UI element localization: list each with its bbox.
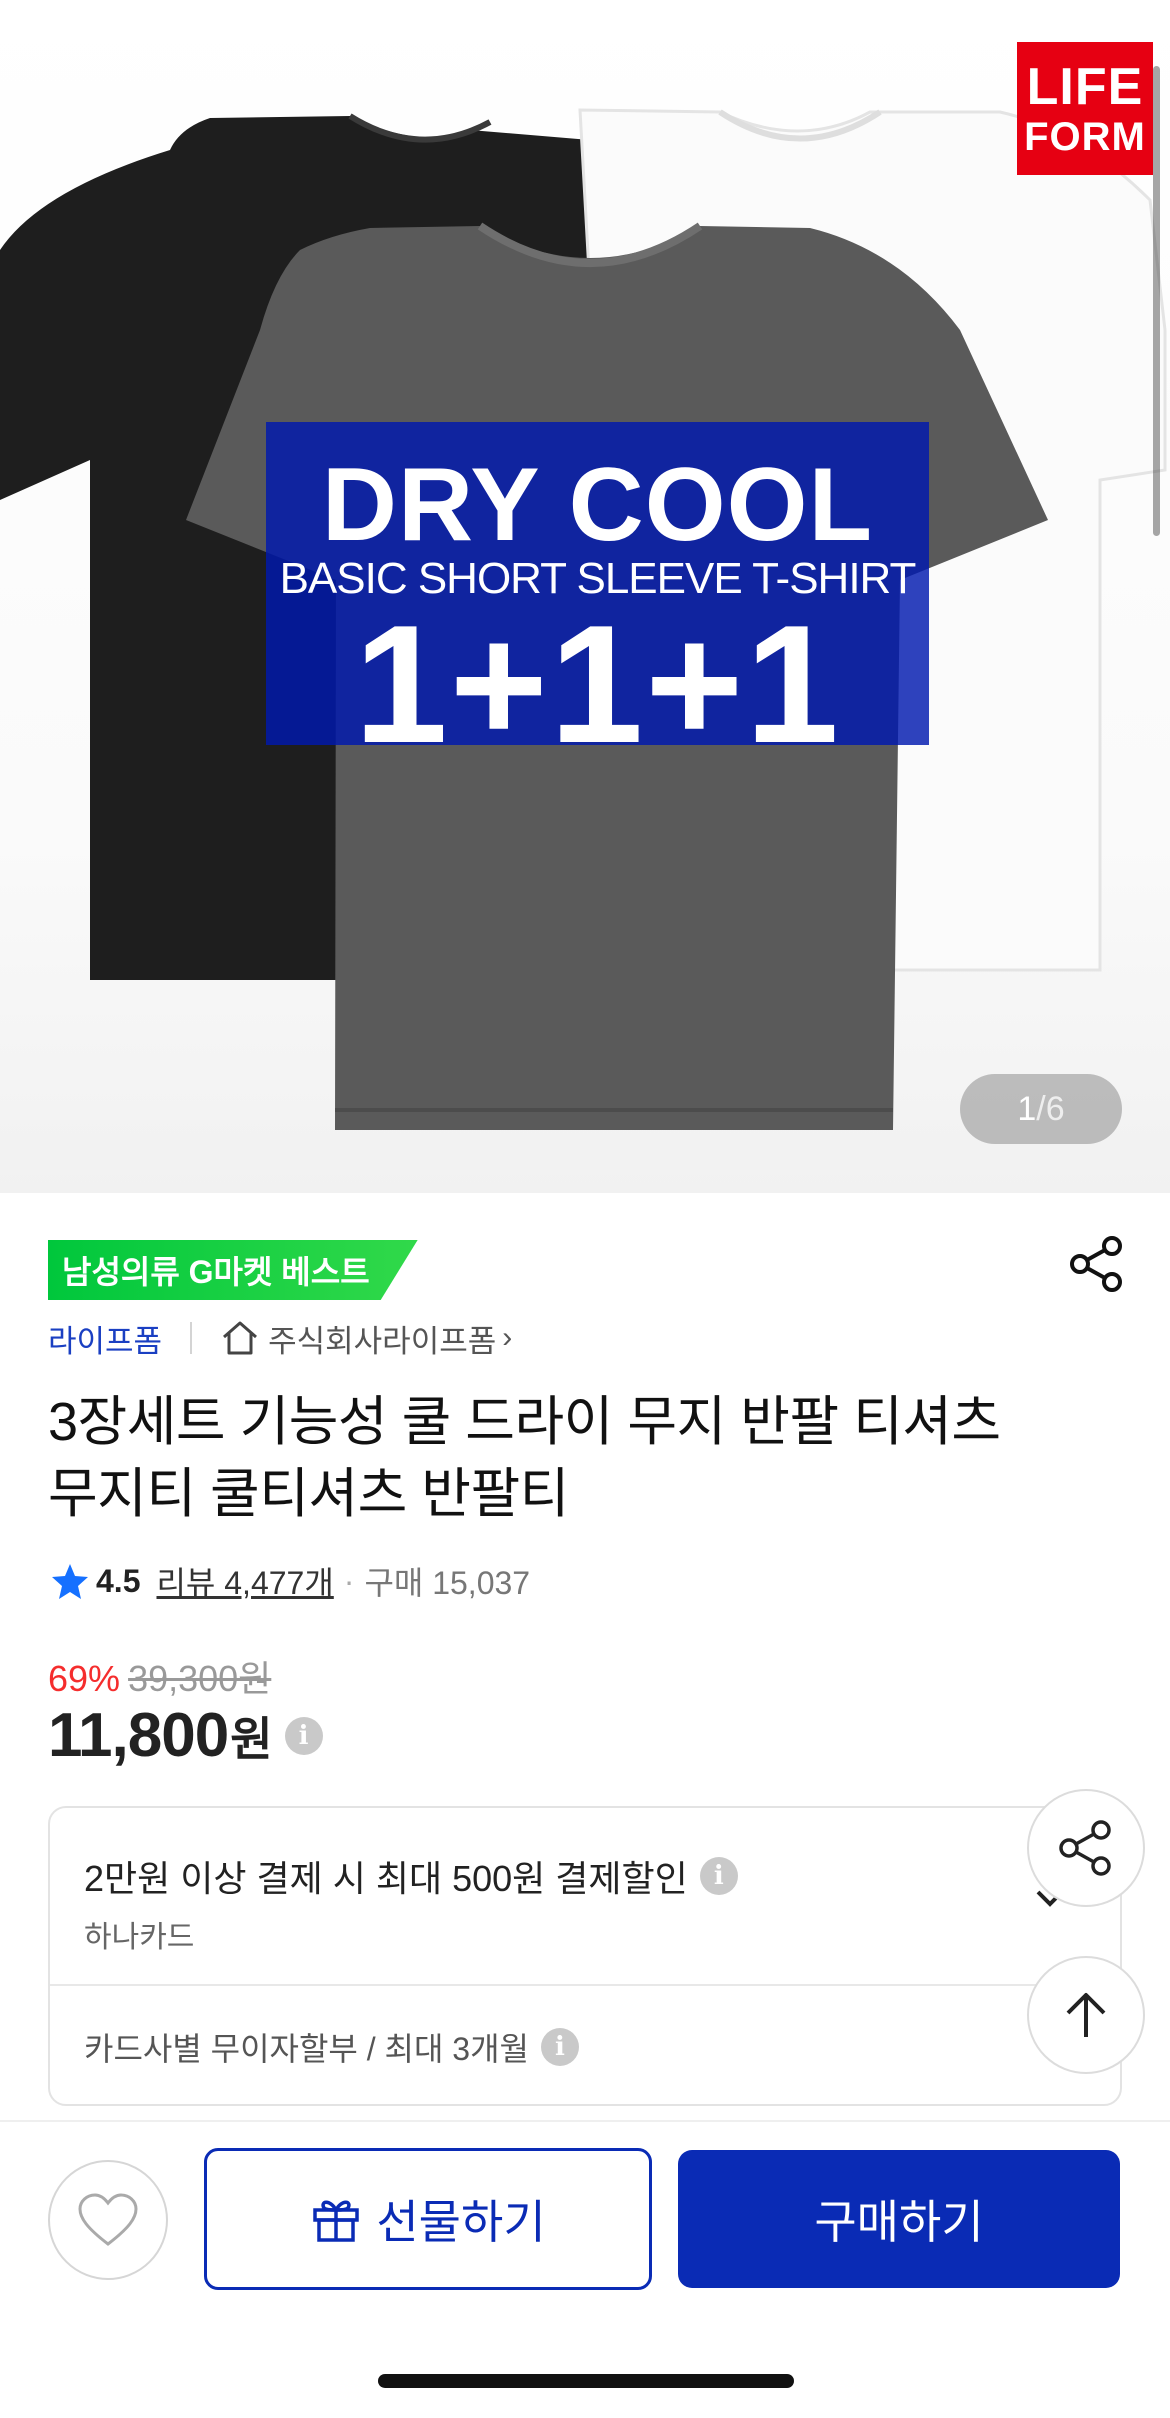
share-icon bbox=[1059, 1820, 1111, 1876]
divider bbox=[190, 1322, 193, 1354]
card-discount-row: 2만원 이상 결제 시 최대 500원 결제할인 i bbox=[84, 1850, 738, 1902]
brand-logo-line1: LIFE bbox=[1026, 57, 1144, 116]
brand-logo: LIFE FORM bbox=[1017, 42, 1153, 175]
price-unit: 원 bbox=[230, 1712, 273, 1765]
info-icon[interactable]: i bbox=[540, 2028, 579, 2066]
card-discount-text: 2만원 이상 결제 시 최대 500원 결제할인 bbox=[84, 1858, 688, 1899]
purchase-count: 구매 15,037 bbox=[364, 1565, 531, 1601]
pager-current: 1 bbox=[1017, 1089, 1037, 1128]
scrollbar[interactable] bbox=[1153, 66, 1160, 536]
home-indicator[interactable] bbox=[378, 2374, 794, 2388]
chevron-right-icon: › bbox=[502, 1321, 513, 1354]
buy-button-label: 구매하기 bbox=[814, 2196, 984, 2248]
separator-dot: · bbox=[343, 1562, 355, 1599]
product-title: 3장세트 기능성 쿨 드라이 무지 반팔 티셔츠 무지티 쿨티셔츠 반팔티 bbox=[48, 1392, 1001, 1524]
share-button[interactable] bbox=[1068, 1234, 1126, 1294]
discount-row: 69% 39,300원 bbox=[48, 1650, 271, 1702]
heart-icon bbox=[78, 2193, 138, 2246]
wishlist-button[interactable] bbox=[48, 2160, 168, 2280]
payment-benefit-card[interactable]: 2만원 이상 결제 시 최대 500원 결제할인 i 하나카드 카드사별 무이자… bbox=[48, 1806, 1122, 2106]
discount-rate: 69% bbox=[48, 1658, 121, 1699]
rating-value: 4.5 bbox=[96, 1562, 141, 1599]
card-issuer: 하나카드 bbox=[84, 1921, 195, 1954]
banner-offer: 1+1+1 bbox=[354, 590, 841, 778]
scroll-to-top-button[interactable] bbox=[1027, 1956, 1145, 2074]
brand-logo-line2: FORM bbox=[1024, 114, 1146, 159]
review-count-link[interactable]: 리뷰 4,477개 bbox=[156, 1558, 333, 1604]
gift-button-label: 선물하기 bbox=[376, 2196, 546, 2248]
arrow-up-icon bbox=[1066, 1993, 1106, 2037]
bottom-bar-divider bbox=[0, 2120, 1170, 2122]
installment-text: 카드사별 무이자할부 / 최대 3개월 bbox=[84, 2031, 529, 2067]
banner-headline: DRY COOL bbox=[321, 447, 874, 563]
share-icon bbox=[1070, 1236, 1122, 1292]
original-price: 39,300원 bbox=[128, 1658, 272, 1699]
buy-button[interactable]: 구매하기 bbox=[678, 2150, 1120, 2288]
image-pager: 1/6 bbox=[960, 1074, 1122, 1144]
gift-icon bbox=[313, 2200, 360, 2242]
gift-button[interactable]: 선물하기 bbox=[204, 2148, 652, 2290]
seller-name-link[interactable]: 라이프폼 bbox=[48, 1316, 162, 1361]
seller-row: 라이프폼 주식회사라이프폼 › bbox=[48, 1316, 512, 1360]
store-name-link[interactable]: 주식회사라이프폼 bbox=[268, 1316, 496, 1361]
product-detail-page: LIFE FORM DRY COOL BASIC SHORT SLEEVE T-… bbox=[0, 0, 1170, 2418]
promo-banner: DRY COOL BASIC SHORT SLEEVE T-SHIRT 1+1+… bbox=[266, 422, 929, 778]
sale-price: 11,800 bbox=[48, 1701, 229, 1770]
info-icon[interactable]: i bbox=[284, 1716, 323, 1755]
product-image-carousel[interactable]: LIFE FORM DRY COOL BASIC SHORT SLEEVE T-… bbox=[0, 0, 1170, 1193]
installment-row: 카드사별 무이자할부 / 최대 3개월 i bbox=[84, 2024, 579, 2070]
divider bbox=[50, 1984, 1120, 1986]
pager-total: /6 bbox=[1036, 1089, 1065, 1128]
floating-share-button[interactable] bbox=[1027, 1789, 1145, 1907]
best-seller-badge: 남성의류 G마켓 베스트 bbox=[48, 1240, 418, 1300]
price-row: 11,800 원 i bbox=[48, 1700, 323, 1771]
info-icon[interactable]: i bbox=[699, 1857, 738, 1895]
home-icon bbox=[223, 1321, 258, 1355]
star-icon bbox=[52, 1564, 88, 1599]
rating-row: 4.5 리뷰 4,477개 · 구매 15,037 bbox=[50, 1556, 530, 1606]
